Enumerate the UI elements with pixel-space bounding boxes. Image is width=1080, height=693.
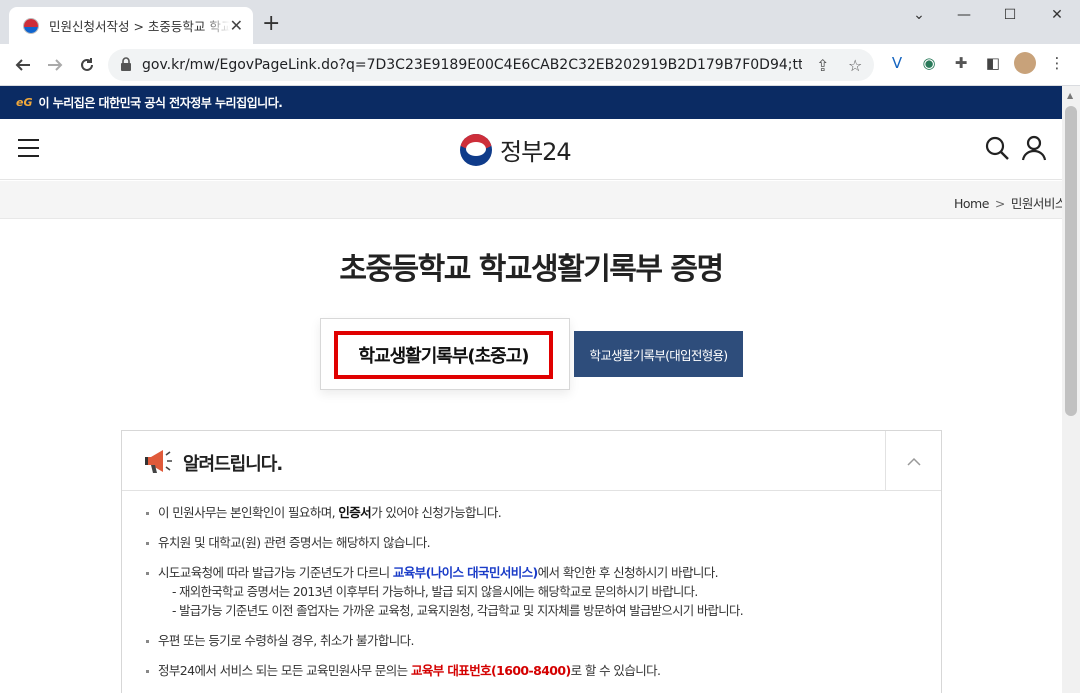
reload-icon[interactable] xyxy=(74,52,100,78)
breadcrumb-home[interactable]: Home xyxy=(954,196,989,211)
favicon-icon xyxy=(23,17,39,34)
tab-search-icon[interactable]: ⌄ xyxy=(896,0,942,30)
chevron-up-icon[interactable] xyxy=(885,431,941,491)
back-icon[interactable] xyxy=(10,52,36,78)
breadcrumb-separator: > xyxy=(994,196,1005,211)
new-tab-button[interactable]: + xyxy=(262,13,280,35)
notice-item: 이 민원사무는 본인확인이 필요하며, 인증서가 있어야 신청가능합니다. xyxy=(144,503,934,523)
profile-avatar[interactable] xyxy=(1014,52,1036,74)
bookmark-star-icon[interactable]: ☆ xyxy=(848,56,862,75)
minimize-button[interactable]: — xyxy=(941,0,987,30)
hamburger-icon[interactable] xyxy=(18,139,39,157)
breadcrumb-current[interactable]: 민원서비스 xyxy=(1011,196,1062,211)
gov24-logo[interactable]: 정부24 xyxy=(460,132,572,167)
browser-tab-strip: 민원신청서작성 > 초중등학교 학교생활기록부 ✕ + ⌄ — ☐ ✕ xyxy=(0,0,1080,44)
address-bar[interactable]: gov.kr/mw/EgovPageLink.do?q=7D3C23E9189E… xyxy=(108,49,874,81)
forward-icon[interactable] xyxy=(42,52,68,78)
web-page: eG 이 누리집은 대한민국 공식 전자정부 누리집입니다. 정부24 Home… xyxy=(0,86,1062,693)
extensions-puzzle-icon[interactable]: ✚ xyxy=(950,52,972,74)
scrollbar-thumb[interactable] xyxy=(1065,106,1077,416)
gov-banner: eG 이 누리집은 대한민국 공식 전자정부 누리집입니다. xyxy=(0,86,1062,119)
moe-neis-link[interactable]: 교육부(나이스 대국민서비스) xyxy=(393,565,538,580)
search-icon[interactable] xyxy=(983,134,1011,162)
breadcrumb: Home > 민원서비스 xyxy=(0,181,1062,219)
logo-text: 정부24 xyxy=(500,138,572,166)
browser-menu-icon[interactable]: ⋮ xyxy=(1046,52,1068,74)
tab-school-record-k12[interactable]: 학교생활기록부(초중고) xyxy=(320,318,570,390)
notice-subitem: - 재외한국학교 증명서는 2013년 이후부터 가능하나, 발급 되지 않을시… xyxy=(172,585,698,599)
notice-title: 알려드립니다. xyxy=(183,454,283,475)
notice-header: 알려드립니다. xyxy=(122,431,941,491)
user-icon[interactable] xyxy=(1020,134,1048,162)
scroll-up-icon[interactable]: ▲ xyxy=(1067,91,1073,100)
notice-item: 유치원 및 대학교(원) 관련 증명서는 해당하지 않습니다. xyxy=(144,533,934,553)
tab-school-record-k12-label: 학교생활기록부(초중고) xyxy=(334,331,553,379)
notice-list: 이 민원사무는 본인확인이 필요하며, 인증서가 있어야 신청가능합니다. 유치… xyxy=(144,503,934,691)
tab-school-record-admission[interactable]: 학교생활기록부(대입전형용) xyxy=(574,331,743,377)
maximize-button[interactable]: ☐ xyxy=(987,0,1033,30)
notice-item: 우편 또는 등기로 수령하실 경우, 취소가 불가합니다. xyxy=(144,631,934,651)
extension-globe-icon[interactable]: ◉ xyxy=(918,52,940,74)
moe-phone-number: 교육부 대표번호(1600-8400) xyxy=(410,663,571,678)
extension-v-icon[interactable]: V xyxy=(886,52,908,74)
gov-banner-text: 이 누리집은 대한민국 공식 전자정부 누리집입니다. xyxy=(38,96,283,110)
megaphone-icon xyxy=(145,450,172,473)
tab-close-icon[interactable]: ✕ xyxy=(230,16,243,35)
lock-icon xyxy=(121,57,131,71)
site-header: 정부24 xyxy=(0,119,1062,180)
notice-item: 시도교육청에 따라 발급가능 기준년도가 다르니 교육부(나이스 대국민서비스)… xyxy=(144,563,934,621)
share-icon[interactable]: ⇪ xyxy=(816,56,829,75)
egov-logo: eG xyxy=(16,96,33,109)
notice-subitem: - 발급가능 기준년도 이전 졸업자는 가까운 교육청, 교육지원청, 각급학교… xyxy=(172,604,744,618)
page-title: 초중등학교 학교생활기록부 증명 xyxy=(339,252,724,287)
close-window-button[interactable]: ✕ xyxy=(1034,0,1080,30)
url-text[interactable]: gov.kr/mw/EgovPageLink.do?q=7D3C23E9189E… xyxy=(142,57,802,73)
browser-tab[interactable]: 민원신청서작성 > 초중등학교 학교생활기록부 ✕ xyxy=(9,7,253,44)
notice-panel: 알려드립니다. 이 민원사무는 본인확인이 필요하며, 인증서가 있어야 신청가… xyxy=(121,430,942,693)
tab-title: 민원신청서작성 > 초중등학교 학교생활기록부 xyxy=(49,19,230,34)
notice-item: 정부24에서 서비스 되는 모든 교육민원사무 문의는 교육부 대표번호(160… xyxy=(144,661,934,681)
taegeuk-icon xyxy=(460,133,492,166)
page-scrollbar[interactable]: ▲ xyxy=(1062,86,1080,693)
side-panel-icon[interactable]: ◧ xyxy=(982,52,1004,74)
